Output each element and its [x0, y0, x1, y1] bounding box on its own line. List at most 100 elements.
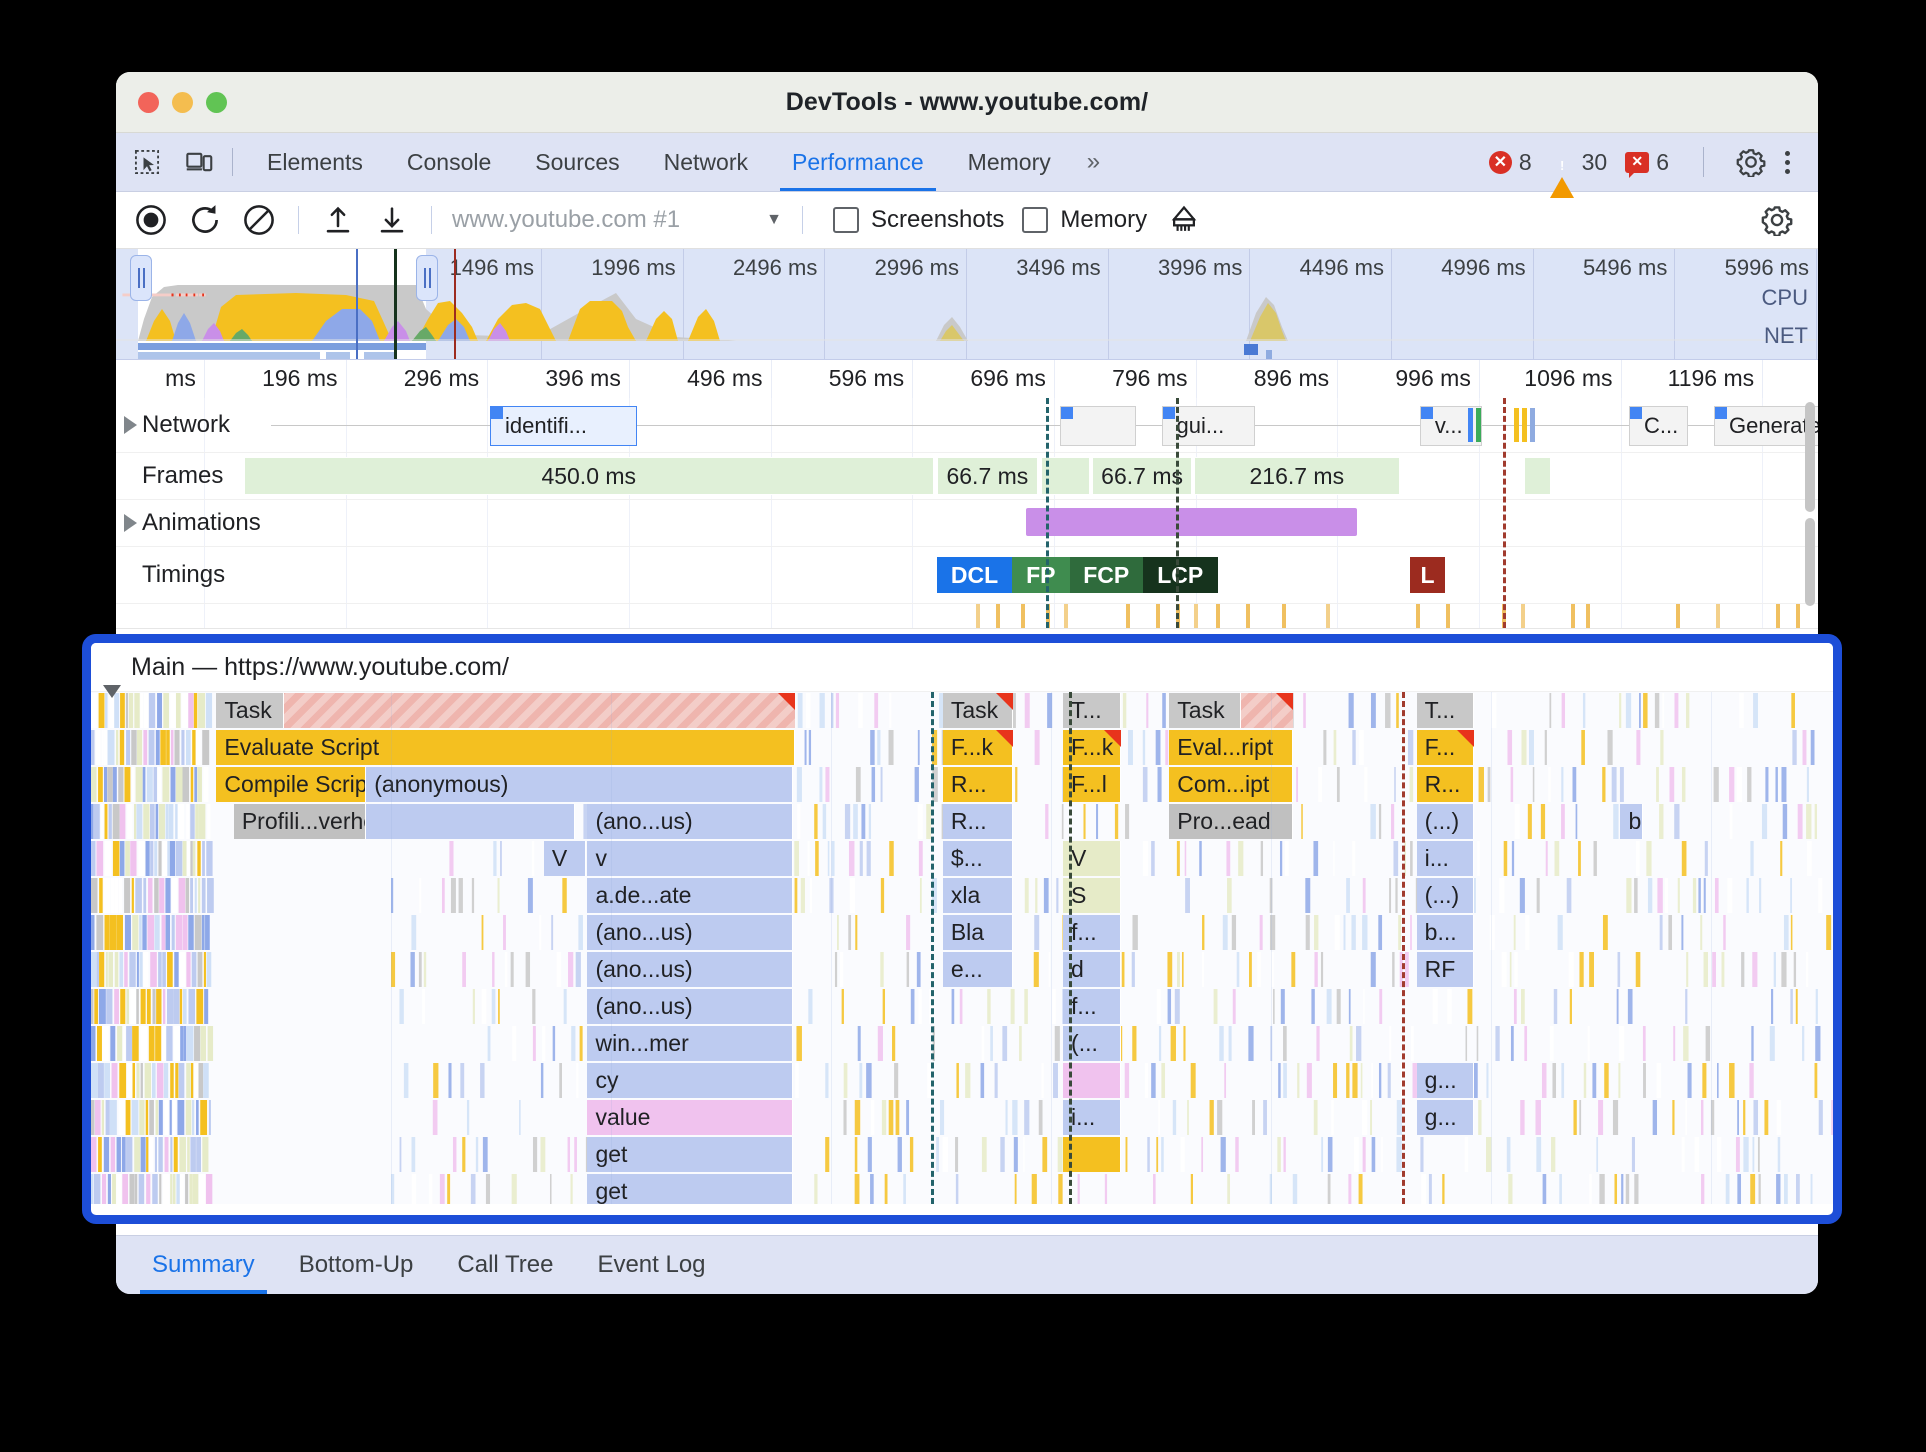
main-thread-header[interactable]: Main — https://www.youtube.com/ [91, 643, 1833, 698]
flame-bar[interactable]: get [587, 1174, 794, 1204]
flame-bar[interactable]: (ano...us) [587, 952, 794, 987]
error-counter[interactable]: ✕ 8 [1488, 149, 1532, 176]
tracks-scrollbar[interactable] [1805, 402, 1815, 512]
flame-long-task-bar[interactable] [284, 693, 795, 728]
flame-bar[interactable]: V [543, 841, 586, 876]
timing-badge-fcp[interactable]: FCP [1069, 557, 1144, 593]
flame-bar[interactable]: Eval...ript [1169, 730, 1293, 765]
overview-left-handle[interactable] [130, 255, 152, 301]
tab-bottom-up[interactable]: Bottom-Up [277, 1236, 436, 1294]
flame-bar-label: Bla [950, 919, 985, 945]
tab-network[interactable]: Network [642, 133, 770, 191]
flame-bar[interactable]: (anonymous) [366, 767, 794, 802]
flame-bar[interactable]: (ano...us) [587, 915, 794, 950]
reload-and-record-icon[interactable] [182, 197, 228, 243]
screenshots-checkbox[interactable]: Screenshots [833, 206, 1004, 234]
flame-bar[interactable]: value [587, 1100, 794, 1135]
flame-bar[interactable]: R... [942, 767, 1013, 802]
flame-bar[interactable]: Task [1169, 693, 1241, 728]
tab-event-log[interactable]: Event Log [575, 1236, 727, 1294]
main-thread-panel-highlight[interactable]: Main — https://www.youtube.com/ Task Task… [82, 634, 1842, 1224]
track-timings[interactable]: Timings DCL FP FCP LCP L [116, 547, 1818, 604]
gear-icon[interactable] [1730, 141, 1772, 183]
timing-badge-lcp[interactable]: LCP [1142, 557, 1219, 593]
timeline-overview[interactable]: 496 ms996 ms1496 ms1996 ms2496 ms2996 ms… [116, 249, 1818, 360]
flame-bar[interactable]: (...) [1416, 878, 1475, 913]
flame-bar[interactable]: b... [1416, 915, 1475, 950]
flame-bar[interactable]: v [587, 841, 794, 876]
flame-bar[interactable]: Pro...ead [1169, 804, 1293, 839]
network-request-chip[interactable]: C... [1629, 406, 1688, 446]
tab-call-tree[interactable]: Call Tree [435, 1236, 575, 1294]
flame-bar[interactable]: Com...ipt [1169, 767, 1293, 802]
flame-bar[interactable]: a.de...ate [587, 878, 794, 913]
memory-checkbox-box[interactable] [1022, 207, 1049, 233]
flame-bar[interactable]: $... [942, 841, 1013, 876]
main-collapse-icon[interactable] [103, 684, 121, 698]
flame-bar[interactable]: cy [587, 1063, 794, 1098]
flame-bar[interactable]: Compile Script [216, 767, 367, 802]
tracks-scrollbar-thumb[interactable] [1805, 518, 1815, 606]
load-profile-icon[interactable] [315, 197, 361, 243]
flame-bar[interactable]: Evaluate Script [216, 730, 795, 765]
flame-bar[interactable]: R... [942, 804, 1013, 839]
flame-bar[interactable]: e... [942, 952, 1013, 987]
flame-bar[interactable]: b [1620, 804, 1644, 839]
flame-bar[interactable]: xla [942, 878, 1013, 913]
animations-expand-icon[interactable] [124, 514, 137, 532]
clear-recording-icon[interactable] [236, 197, 282, 243]
network-request-chip[interactable]: Generate... [1714, 406, 1818, 446]
tab-elements[interactable]: Elements [245, 133, 385, 191]
tab-sources[interactable]: Sources [513, 133, 641, 191]
flame-bar[interactable]: T... [1416, 693, 1475, 728]
issue-counter[interactable]: ✕ 6 [1625, 149, 1669, 178]
memory-checkbox[interactable]: Memory [1022, 206, 1147, 234]
kebab-menu-icon[interactable] [1772, 150, 1802, 174]
flame-bar[interactable]: RF [1416, 952, 1475, 987]
record-button-icon[interactable] [128, 197, 174, 243]
frame-block[interactable] [1523, 457, 1552, 495]
network-expand-icon[interactable] [124, 416, 137, 434]
tab-performance[interactable]: Performance [770, 133, 946, 191]
flame-bar[interactable]: Task [216, 693, 285, 728]
flame-bar[interactable]: (ano...us) [587, 804, 794, 839]
tab-summary[interactable]: Summary [130, 1236, 277, 1294]
flame-chart[interactable]: Task Task T... Task T... Evaluate Script F...k… [91, 692, 1833, 1204]
flame-bar[interactable]: g... [1416, 1063, 1475, 1098]
flame-bar[interactable]: win...mer [587, 1026, 794, 1061]
flame-bar[interactable]: get [587, 1137, 794, 1172]
inspect-element-icon[interactable] [126, 141, 168, 183]
collect-garbage-icon[interactable] [1161, 197, 1207, 243]
overview-right-handle[interactable] [416, 255, 438, 301]
timing-badge-fp[interactable]: FP [1011, 557, 1071, 593]
flame-bar[interactable]: (...) [1416, 804, 1475, 839]
tab-memory[interactable]: Memory [946, 133, 1073, 191]
flame-bar[interactable]: g... [1416, 1100, 1475, 1135]
timeline-ruler[interactable]: ms 196 ms 296 ms 396 ms 496 ms 596 ms 696 ms 79… [116, 360, 1818, 398]
network-request-chip[interactable]: identifi... [490, 406, 638, 446]
flame-bar[interactable]: i... [1416, 841, 1475, 876]
capture-settings-icon[interactable] [1754, 197, 1800, 243]
more-tabs-icon[interactable]: » [1073, 148, 1114, 176]
timing-badge-l[interactable]: L [1409, 557, 1447, 593]
warning-counter[interactable]: ! 30 [1549, 149, 1607, 198]
screenshots-checkbox-box[interactable] [833, 207, 859, 233]
track-animations[interactable]: Animations [116, 500, 1818, 547]
timing-badge-dcl[interactable]: DCL [937, 557, 1013, 593]
profile-select[interactable]: www.youtube.com #1 ▼ [444, 200, 790, 240]
device-toolbar-icon[interactable] [178, 141, 220, 183]
save-profile-icon[interactable] [369, 197, 415, 243]
track-network[interactable]: Network identifi... gui... v... C... Generat… [116, 398, 1818, 453]
flame-bar[interactable]: Bla [942, 915, 1013, 950]
frame-block[interactable]: 66.7 ms [937, 457, 1038, 495]
frame-block[interactable]: 216.7 ms [1193, 457, 1400, 495]
flame-bar[interactable]: R... [1416, 767, 1475, 802]
animation-block[interactable] [1025, 508, 1357, 536]
flame-bar[interactable]: Profili...verhead [233, 804, 367, 839]
flame-bar[interactable]: (ano...us) [587, 989, 794, 1024]
network-request-chip[interactable] [1059, 406, 1136, 446]
frame-block[interactable]: 450.0 ms [243, 457, 934, 495]
tab-console[interactable]: Console [385, 133, 513, 191]
flame-bar[interactable] [366, 804, 576, 839]
track-frames[interactable]: Frames 450.0 ms 66.7 ms 66.7 ms 216.7 ms [116, 453, 1818, 500]
